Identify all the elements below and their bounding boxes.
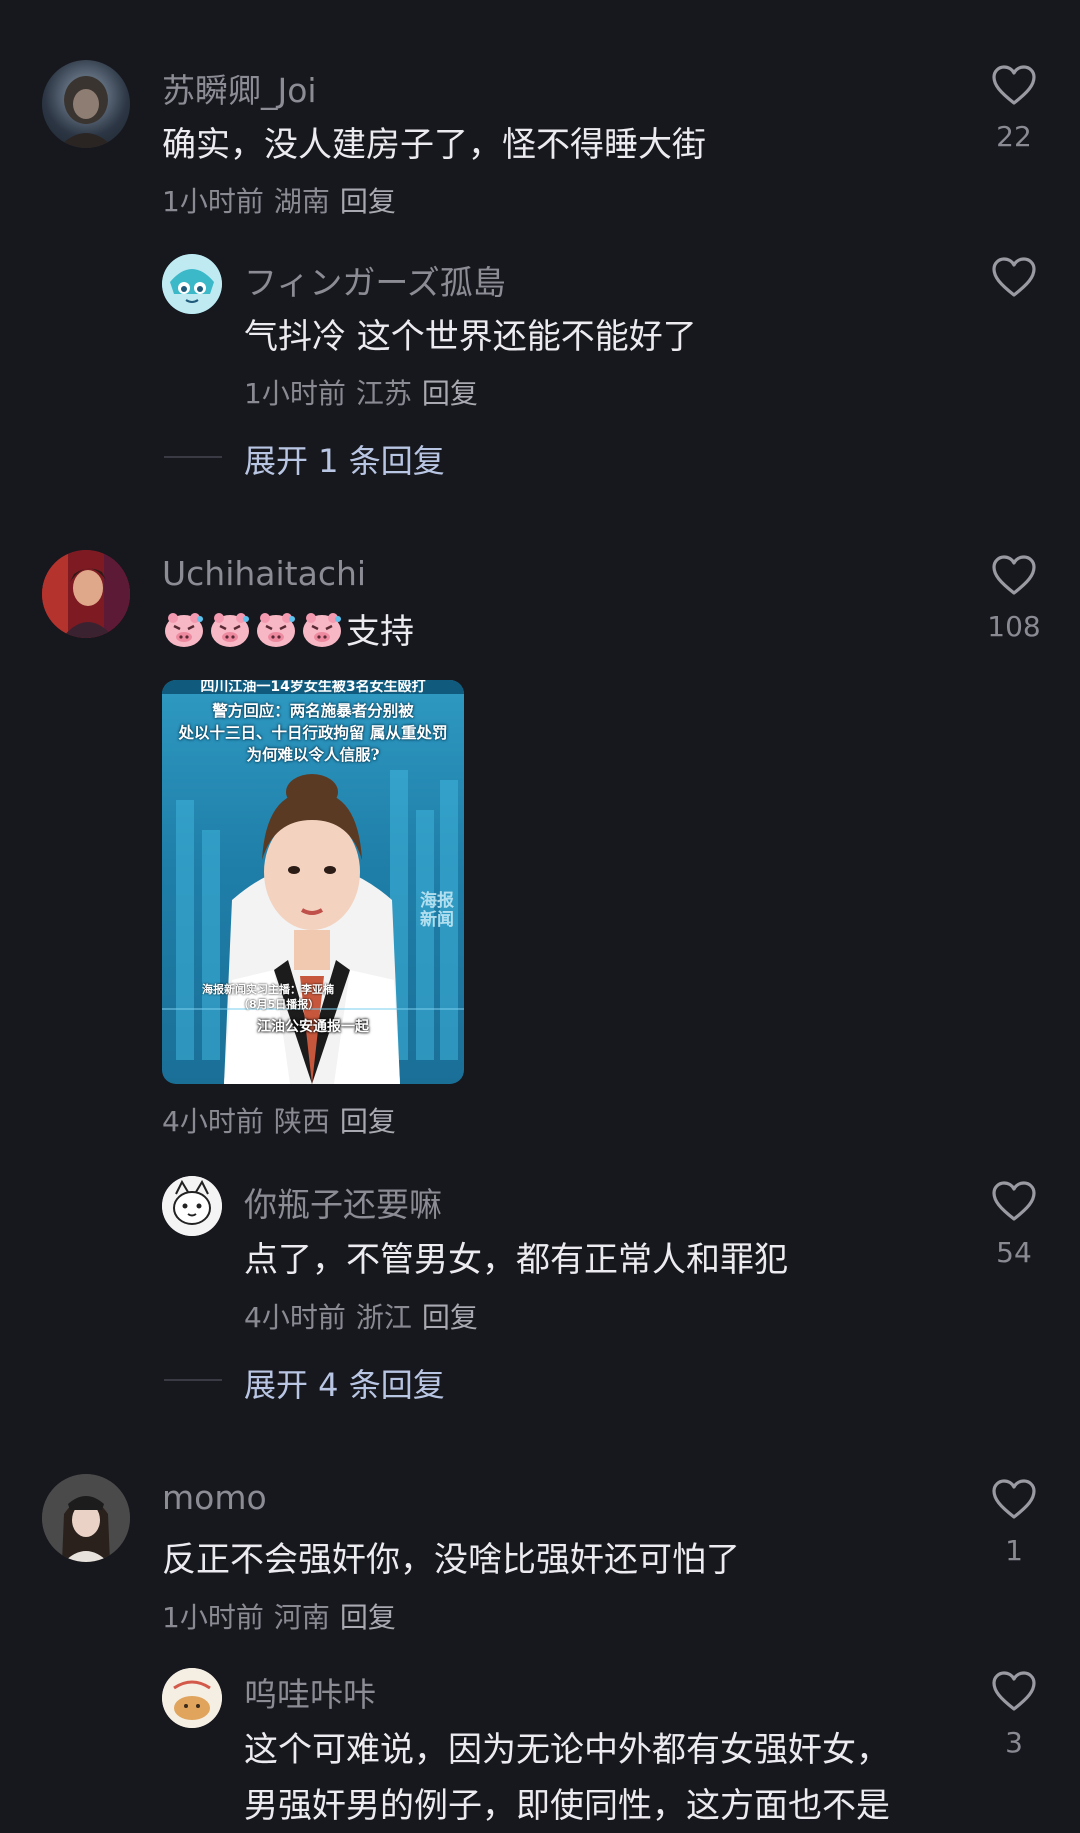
like-count: 3 [1005,1726,1023,1759]
pig-face-emoji-icon [162,609,206,649]
reply-button[interactable]: 回复 [340,1105,396,1138]
image-headline-top: 四川江油一14岁女生被3名女生殴打 [200,680,426,695]
expand-divider [164,1379,222,1381]
expand-replies-button[interactable]: 展开 4 条回复 [244,1360,445,1406]
reply-button[interactable]: 回复 [422,1301,478,1334]
image-watermark: 海报新闻 [420,891,454,930]
avatar[interactable] [42,550,130,638]
pig-face-emoji-icon [300,609,344,649]
reply-text: 气抖冷 这个世界还能不能好了 [244,317,697,357]
comment-time: 1小时前 [162,1601,264,1634]
reply-meta: 4小时前 浙江 回复 [244,1296,488,1336]
heart-icon [992,555,1036,595]
like-button[interactable]: 1 [974,1478,1054,1567]
reply-text-line: 这个可难说，因为无论中外都有女强奸女， [244,1730,890,1770]
expand-replies-button[interactable]: 展开 1 条回复 [244,436,445,482]
avatar[interactable] [162,1176,222,1236]
like-count: 1 [1005,1534,1023,1567]
heart-icon [992,257,1036,297]
like-button[interactable]: 54 [974,1180,1054,1269]
comment-text: 支持 [162,604,414,653]
avatar[interactable] [42,1474,130,1562]
like-button[interactable]: 108 [974,554,1054,643]
reply-username[interactable]: フィンガーズ孤島 [244,256,506,304]
comment-meta: 4小时前 陕西 回复 [162,1100,406,1140]
image-headline-line: 警方回应：两名施暴者分别被 [212,701,414,720]
heart-icon [992,1671,1036,1711]
comment-location: 湖南 [273,185,330,218]
comment-username[interactable]: Uchihaitachi [162,554,366,593]
image-caption-date: （8月5日播报） [238,998,320,1011]
image-subtitle: 江油公安通报一起 [257,1019,369,1035]
heart-icon [992,1181,1036,1221]
like-count: 108 [987,610,1041,643]
comment-text: 确实，没人建房子了，怪不得睡大街 [162,125,706,165]
like-count: 22 [996,120,1032,153]
comment-text-body: 支持 [346,612,414,652]
reply-button[interactable]: 回复 [340,1601,396,1634]
image-caption: 海报新闻实习主播：李亚楠 （8月5日播报） [202,982,334,1012]
reply-text-line: 男强奸男的例子，即使同性，这方面也不是 [244,1786,890,1826]
pig-face-emoji-icon [208,609,252,649]
comment-meta: 1小时前 河南 回复 [162,1596,406,1636]
reply-time: 1小时前 [244,377,346,410]
avatar[interactable] [42,60,130,148]
reply-time: 4小时前 [244,1301,346,1334]
reply-location: 江苏 [355,377,412,410]
reply-text: 点了，不管男女，都有正常人和罪犯 [244,1240,788,1280]
image-caption-name: 海报新闻实习主播：李亚楠 [202,983,334,996]
reply-location: 浙江 [355,1301,412,1334]
reply-meta: 1小时前 江苏 回复 [244,372,488,412]
comment-location: 陕西 [273,1105,330,1138]
pig-face-emoji-icon [254,609,298,649]
comment-image[interactable]: 四川江油一14岁女生被3名女生殴打 警方回应：两名施暴者分别被 处以十三日、十日… [162,680,464,1084]
comment-username[interactable]: momo [162,1478,267,1517]
heart-icon [992,65,1036,105]
reply-username[interactable]: 呜哇咔咔 [244,1668,376,1716]
comment-location: 河南 [273,1601,330,1634]
heart-icon [992,1479,1036,1519]
like-button[interactable]: 3 [974,1670,1054,1759]
reply-button[interactable]: 回复 [340,185,396,218]
like-button[interactable] [974,256,1054,298]
expand-divider [164,456,222,458]
comment-meta: 1小时前 湖南 回复 [162,180,406,220]
image-headline-line: 处以十三日、十日行政拘留 属从重处罚 [178,723,448,742]
comment-time: 4小时前 [162,1105,264,1138]
avatar[interactable] [162,254,222,314]
reply-button[interactable]: 回复 [422,377,478,410]
avatar[interactable] [162,1668,222,1728]
image-headline: 警方回应：两名施暴者分别被 处以十三日、十日行政拘留 属从重处罚 为何难以令人信… [162,700,464,766]
comment-time: 1小时前 [162,185,264,218]
reply-username[interactable]: 你瓶子还要嘛 [244,1178,442,1226]
image-headline-line: 为何难以令人信服? [246,745,380,764]
like-button[interactable]: 22 [974,64,1054,153]
comment-username[interactable]: 苏瞬卿_Joi [162,64,317,112]
comment-text: 反正不会强奸你，没啥比强奸还可怕了 [162,1540,740,1580]
like-count: 54 [996,1236,1032,1269]
